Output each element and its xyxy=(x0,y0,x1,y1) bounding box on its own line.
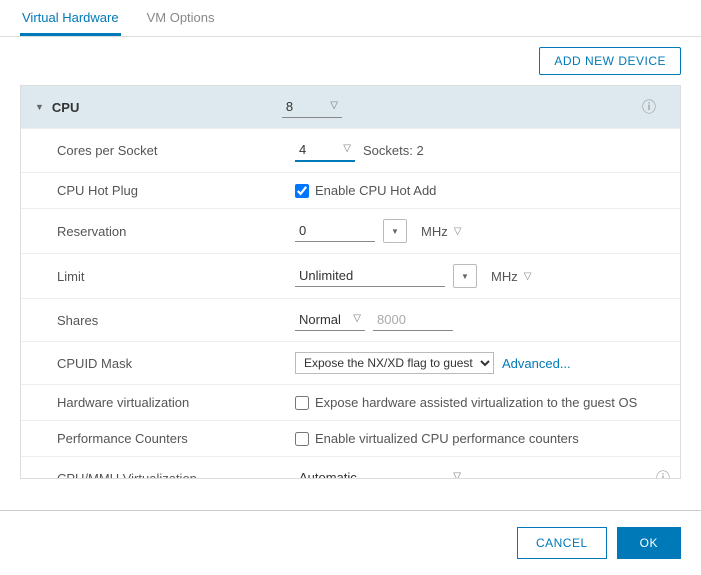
shares-level-select[interactable] xyxy=(295,309,365,331)
chevron-down-icon: ▼ xyxy=(35,102,44,112)
dialog-footer: CANCEL OK xyxy=(0,510,701,575)
limit-unit[interactable]: MHz▽ xyxy=(485,267,537,286)
add-new-device-button[interactable]: ADD NEW DEVICE xyxy=(539,47,681,75)
cpuid-mask-select[interactable]: Expose the NX/XD flag to guest xyxy=(295,352,494,374)
row-shares: Shares ▽ xyxy=(21,298,680,341)
row-limit: Limit ▼ MHz▽ xyxy=(21,253,680,298)
label: CPU/MMU Virtualization xyxy=(57,471,295,480)
sockets-text: Sockets: 2 xyxy=(363,143,424,158)
cancel-button[interactable]: CANCEL xyxy=(517,527,607,559)
ok-button[interactable]: OK xyxy=(617,527,681,559)
row-cpu-hot-plug: CPU Hot Plug Enable CPU Hot Add xyxy=(21,172,680,208)
limit-input[interactable] xyxy=(295,265,445,287)
tab-virtual-hardware[interactable]: Virtual Hardware xyxy=(20,0,121,36)
checkbox-label: Enable CPU Hot Add xyxy=(315,183,436,198)
reservation-unit[interactable]: MHz▽ xyxy=(415,222,467,241)
label: Hardware virtualization xyxy=(57,395,295,410)
info-icon[interactable]: ⓘ xyxy=(656,468,670,479)
hardware-panel[interactable]: ▼ CPU ▽ ⓘ Cores per Socket ▽ Sockets: 2 xyxy=(20,85,681,479)
shares-value-input xyxy=(373,309,453,331)
tab-vm-options[interactable]: VM Options xyxy=(145,0,217,36)
dropdown-button[interactable]: ▼ xyxy=(383,219,407,243)
row-cpuid-mask: CPUID Mask Expose the NX/XD flag to gues… xyxy=(21,341,680,384)
dropdown-button[interactable]: ▼ xyxy=(453,264,477,288)
cpu-label: CPU xyxy=(52,100,282,115)
row-cores-per-socket: Cores per Socket ▽ Sockets: 2 xyxy=(21,128,680,172)
hw-virt-checkbox[interactable] xyxy=(295,396,309,410)
row-cpu-mmu-virtualization: CPU/MMU Virtualization ▽ ⓘ xyxy=(21,456,680,479)
cores-per-socket-select[interactable] xyxy=(295,139,355,162)
reservation-input[interactable] xyxy=(295,220,375,242)
chevron-down-icon: ▽ xyxy=(454,226,462,237)
perf-counters-checkbox[interactable] xyxy=(295,432,309,446)
label: Reservation xyxy=(57,224,295,239)
section-cpu-header[interactable]: ▼ CPU ▽ ⓘ xyxy=(21,86,680,128)
checkbox-label: Enable virtualized CPU performance count… xyxy=(315,431,579,446)
hot-plug-checkbox[interactable] xyxy=(295,184,309,198)
row-performance-counters: Performance Counters Enable virtualized … xyxy=(21,420,680,456)
chevron-down-icon: ▽ xyxy=(524,271,532,282)
cpu-count-select[interactable] xyxy=(282,96,342,118)
info-icon[interactable]: ⓘ xyxy=(642,97,656,117)
label: CPU Hot Plug xyxy=(57,183,295,198)
row-reservation: Reservation ▼ MHz▽ xyxy=(21,208,680,253)
label: Cores per Socket xyxy=(57,143,295,158)
cpu-mmu-select[interactable] xyxy=(295,467,465,479)
checkbox-label: Expose hardware assisted virtualization … xyxy=(315,395,637,410)
advanced-link[interactable]: Advanced... xyxy=(502,356,571,371)
label: Limit xyxy=(57,269,295,284)
label: Performance Counters xyxy=(57,431,295,446)
label: CPUID Mask xyxy=(57,356,295,371)
tabs: Virtual Hardware VM Options xyxy=(0,0,701,37)
label: Shares xyxy=(57,313,295,328)
row-hardware-virtualization: Hardware virtualization Expose hardware … xyxy=(21,384,680,420)
